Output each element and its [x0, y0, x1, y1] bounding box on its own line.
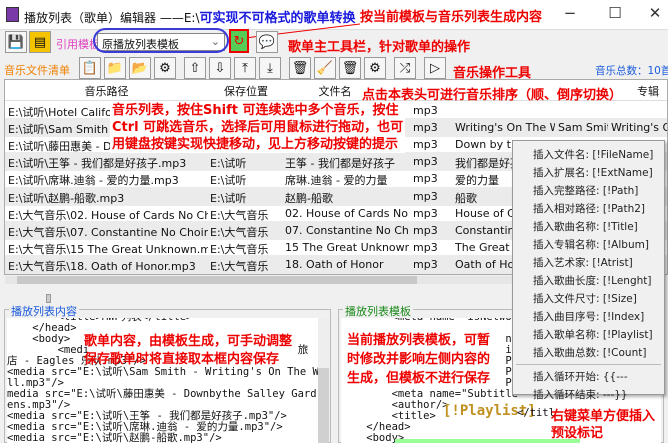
header-path[interactable]: 音乐路径 — [5, 83, 208, 99]
context-menu-item[interactable]: 插入完整路径: [!Path] — [533, 183, 638, 198]
table-cell: mp3 — [413, 189, 438, 203]
table-cell: E:\大气音乐 — [210, 259, 269, 273]
table-cell: mp3 — [413, 206, 438, 220]
list-annotation-line: 用键盘按键实现快捷移动，见上方移动按键的提示 — [112, 137, 399, 152]
table-cell: 15 The Great Unknown — [285, 240, 409, 254]
music-list-label: 音乐文件清单 — [4, 64, 70, 77]
context-menu-item[interactable]: 插入文件名: [!FileName] — [533, 147, 653, 162]
context-menu-item[interactable]: 插入循环结束: ---}} — [533, 387, 628, 402]
template-annotation-line: 时修改并影响左侧内容的 — [347, 352, 491, 367]
sort-annotation: 点击本表头可进行音乐排序（顺、倒序切换） — [362, 88, 623, 103]
table-cell: Writing's On The W — [455, 121, 555, 135]
menu-annotation-line: 预设标记 — [551, 426, 604, 441]
comment-icon[interactable]: 💬 — [256, 31, 278, 53]
context-menu-item[interactable]: 插入歌曲长度: [!Lenght] — [533, 273, 652, 288]
context-menu-item[interactable]: 插入歌单名称: [!Playlist] — [533, 327, 653, 342]
table-cell: mp3 — [413, 172, 438, 186]
table-cell: mp3 — [413, 240, 438, 254]
table-cell: mp3 — [413, 223, 438, 237]
context-menu-item[interactable]: 插入专辑名称: [!Album] — [533, 237, 649, 252]
list-annotation: 音乐列表，按住Shift 可连续选中多个音乐，按住 Ctrl 可跳选音乐，选择后… — [110, 102, 406, 153]
folder-settings-icon[interactable]: ⚙ — [154, 57, 176, 79]
menu-separator — [516, 364, 661, 365]
menu-annotation: 右键菜单方便插入 预设标记 — [551, 408, 655, 442]
table-cell: mp3 — [413, 155, 438, 169]
template-annotation-line: 当前播放列表模板，可暂 — [347, 333, 491, 348]
context-menu-item[interactable]: 插入相对路径: [!Path2] — [533, 201, 645, 216]
title-close-tag: </titl — [517, 407, 555, 419]
move-up-icon[interactable]: ⇧ — [184, 57, 206, 79]
table-cell: Sam Smit — [558, 121, 608, 135]
table-cell: mp3 — [413, 121, 438, 135]
header-save-location[interactable]: 保存位置 — [208, 83, 284, 99]
move-bottom-icon[interactable]: ⤓ — [259, 57, 281, 79]
content-annotation-line: 歌单内容，由模板生成，可手动调整 — [84, 334, 293, 349]
menu-annotation-line: 右键菜单方便插入 — [551, 409, 656, 424]
list-annotation-line: Ctrl 可跳选音乐，选择后可用鼠标进行拖动，也可 — [112, 120, 404, 135]
context-menu-item[interactable]: 插入循环开始: {{--- — [533, 369, 628, 384]
add-folder-icon[interactable]: 📁 — [104, 57, 126, 79]
import-list-icon[interactable]: 📂 — [129, 57, 151, 79]
table-cell: mp3 — [413, 104, 438, 117]
table-cell: mp3 — [413, 138, 438, 152]
annotation-ellipse — [93, 28, 229, 53]
save-icon[interactable]: 💾 — [5, 31, 27, 53]
table-cell: 02. House of Cards No C — [285, 206, 409, 220]
horizontal-scrollbar[interactable] — [5, 276, 512, 284]
clear-icon[interactable]: 🧹 — [314, 57, 336, 79]
context-menu-item[interactable]: 插入文件尺寸: [!Size] — [533, 291, 637, 306]
context-menu: 插入文件名: [!FileName] 插入扩展名: [!ExtName] 插入完整路… — [512, 140, 665, 401]
content-scrollbar[interactable] — [318, 318, 329, 443]
context-menu-item[interactable]: 插入歌曲名称: [!Title] — [533, 219, 638, 234]
music-total: 音乐总数：10首 — [595, 65, 668, 77]
content-panel-label: 播放列表内容 — [9, 303, 79, 319]
table-cell: Writing's On — [611, 121, 667, 135]
shuffle-icon[interactable]: ⤮ — [394, 57, 416, 79]
template-annotation-line: 生成，但模板不进行保存 — [347, 371, 491, 386]
template-annotation: 当前播放列表模板，可暂 时修改并影响左侧内容的 生成，但模板不进行保存 — [347, 331, 490, 388]
table-cell: mp3 — [413, 257, 438, 271]
table-cell: 07. Constantine No Choi — [285, 223, 409, 237]
play-icon[interactable]: ▷ — [424, 57, 446, 79]
list-annotation-line: 音乐列表，按住Shift 可连续选中多个音乐，按住 — [112, 103, 399, 118]
move-top-icon[interactable]: ⤒ — [234, 57, 256, 79]
header-filename[interactable]: 文件名 — [305, 83, 365, 99]
context-menu-item[interactable]: 插入歌曲总数: [!Count] — [533, 345, 646, 360]
header-album[interactable]: 专辑 — [630, 83, 666, 99]
delete-missing-icon[interactable]: 🗑 — [339, 57, 361, 79]
template-panel-label: 播放列表模板 — [343, 303, 413, 319]
code-line: <media src="E:\试听\赵鹏-船歌.mp3"/> — [7, 432, 222, 443]
table-cell: 18. Oath of Honor — [285, 257, 384, 271]
context-menu-item[interactable]: 插入曲目序号: [!Index] — [533, 309, 644, 324]
remove-settings-icon[interactable]: ⚙ — [364, 57, 386, 79]
splitter-handle[interactable] — [46, 294, 51, 303]
content-annotation-line: 保存歌单时将直接取本框内容保存 — [84, 352, 280, 367]
content-annotation: 歌单内容，由模板生成，可手动调整 保存歌单时将直接取本框内容保存 — [84, 333, 292, 369]
main-toolbar-annotation: 歌单主工具栏，针对歌单的操作 — [288, 40, 471, 55]
table-cell: E:\大气音乐\18. Oath of Honor.mp3 — [8, 259, 196, 273]
generate-refresh-icon[interactable]: ↻ — [229, 29, 249, 53]
save-as-icon[interactable]: ▤ — [29, 31, 51, 53]
move-down-icon[interactable]: ⇩ — [209, 57, 231, 79]
delete-icon[interactable]: 🗑 — [289, 57, 311, 79]
context-menu-item[interactable]: 插入扩展名: [!ExtName] — [533, 165, 653, 180]
add-files-icon[interactable]: 📋 — [79, 57, 101, 79]
context-menu-item[interactable]: 插入艺术家: [!Atrist] — [533, 255, 633, 270]
